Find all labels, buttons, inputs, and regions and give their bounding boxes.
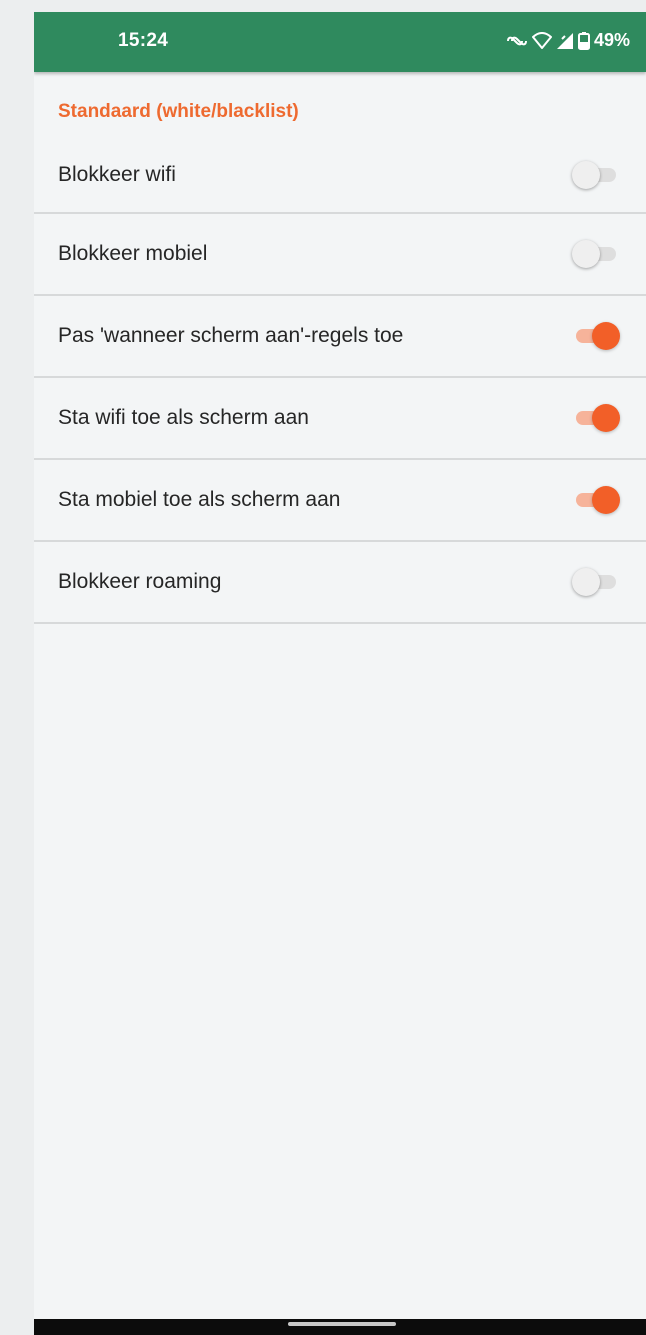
setting-row-block-mobile[interactable]: Blokkeer mobiel [34,214,646,296]
setting-row-allow-wifi-screen-on[interactable]: Sta wifi toe als scherm aan [34,378,646,460]
section-header: Standaard (white/blacklist) [58,101,299,122]
status-icons: 49% [506,30,630,51]
block-wifi-switch[interactable] [572,159,620,191]
setting-label: Blokkeer roaming [58,570,222,593]
status-bar: 15:24 49% [34,12,646,72]
setting-row-block-wifi[interactable]: Blokkeer wifi [34,138,646,214]
wifi-icon [531,31,552,50]
allow-mobile-screen-on-switch[interactable] [572,484,620,516]
link-icon [506,34,528,48]
screen-on-rules-switch[interactable] [572,320,620,352]
setting-label: Blokkeer wifi [58,163,176,186]
block-roaming-switch[interactable] [572,566,620,598]
switch-thumb [592,404,620,432]
switch-thumb [592,322,620,350]
phone-screen: 15:24 49% Standaard (white/blacklist) Bl… [34,12,646,1335]
allow-wifi-screen-on-switch[interactable] [572,402,620,434]
navigation-bar [34,1319,646,1335]
setting-row-allow-mobile-screen-on[interactable]: Sta mobiel toe als scherm aan [34,460,646,542]
settings-list: Standaard (white/blacklist) Blokkeer wif… [34,72,646,624]
setting-label: Blokkeer mobiel [58,242,208,265]
status-time: 15:24 [118,30,169,51]
signal-icon [556,32,574,50]
setting-label: Pas 'wanneer scherm aan'-regels toe [58,324,404,347]
battery-icon [577,31,590,50]
setting-row-screen-on-rules[interactable]: Pas 'wanneer scherm aan'-regels toe [34,296,646,378]
block-mobile-switch[interactable] [572,238,620,270]
switch-thumb [572,161,600,189]
switch-thumb [572,240,600,268]
setting-row-block-roaming[interactable]: Blokkeer roaming [34,542,646,624]
battery-percent: 49% [593,30,630,50]
setting-label: Sta wifi toe als scherm aan [58,406,309,429]
switch-thumb [592,486,620,514]
switch-thumb [572,568,600,596]
gesture-handle[interactable] [288,1322,396,1326]
setting-label: Sta mobiel toe als scherm aan [58,488,341,511]
